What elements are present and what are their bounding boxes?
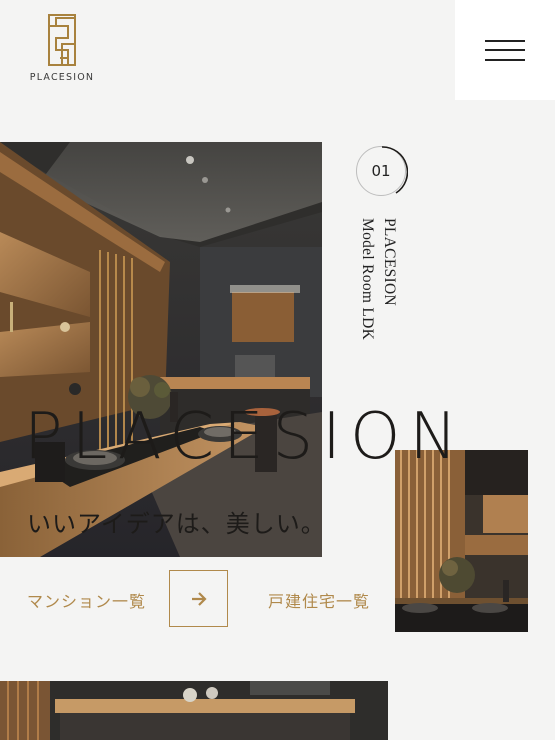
menu-line bbox=[485, 59, 525, 61]
menu-button[interactable] bbox=[455, 0, 555, 100]
next-section-photo bbox=[0, 681, 388, 740]
menu-line bbox=[485, 49, 525, 51]
next-slide-button[interactable] bbox=[169, 570, 228, 627]
slide-title: PLACESION Model Room LDK bbox=[356, 218, 400, 368]
hero-photo bbox=[0, 142, 322, 557]
slide-number: 01 bbox=[371, 162, 391, 180]
logo-text: PLACESION bbox=[29, 72, 95, 83]
slide-title-line2: Model Room LDK bbox=[359, 218, 376, 341]
hero-tagline: いいアイデアは、美しい。 bbox=[27, 510, 326, 538]
slide-title-line1: PLACESION bbox=[381, 218, 398, 306]
site-logo[interactable]: PLACESION bbox=[24, 14, 100, 83]
hero-brand-text: PLACESION bbox=[24, 400, 467, 474]
mansion-list-link[interactable]: マンション一覧 bbox=[27, 588, 146, 612]
house-list-link[interactable]: 戸建住宅一覧 bbox=[268, 588, 370, 612]
hamburger-menu-icon bbox=[485, 40, 525, 42]
logo-mark-icon bbox=[48, 14, 76, 66]
secondary-photo bbox=[395, 450, 528, 632]
arrow-right-icon bbox=[191, 591, 207, 606]
